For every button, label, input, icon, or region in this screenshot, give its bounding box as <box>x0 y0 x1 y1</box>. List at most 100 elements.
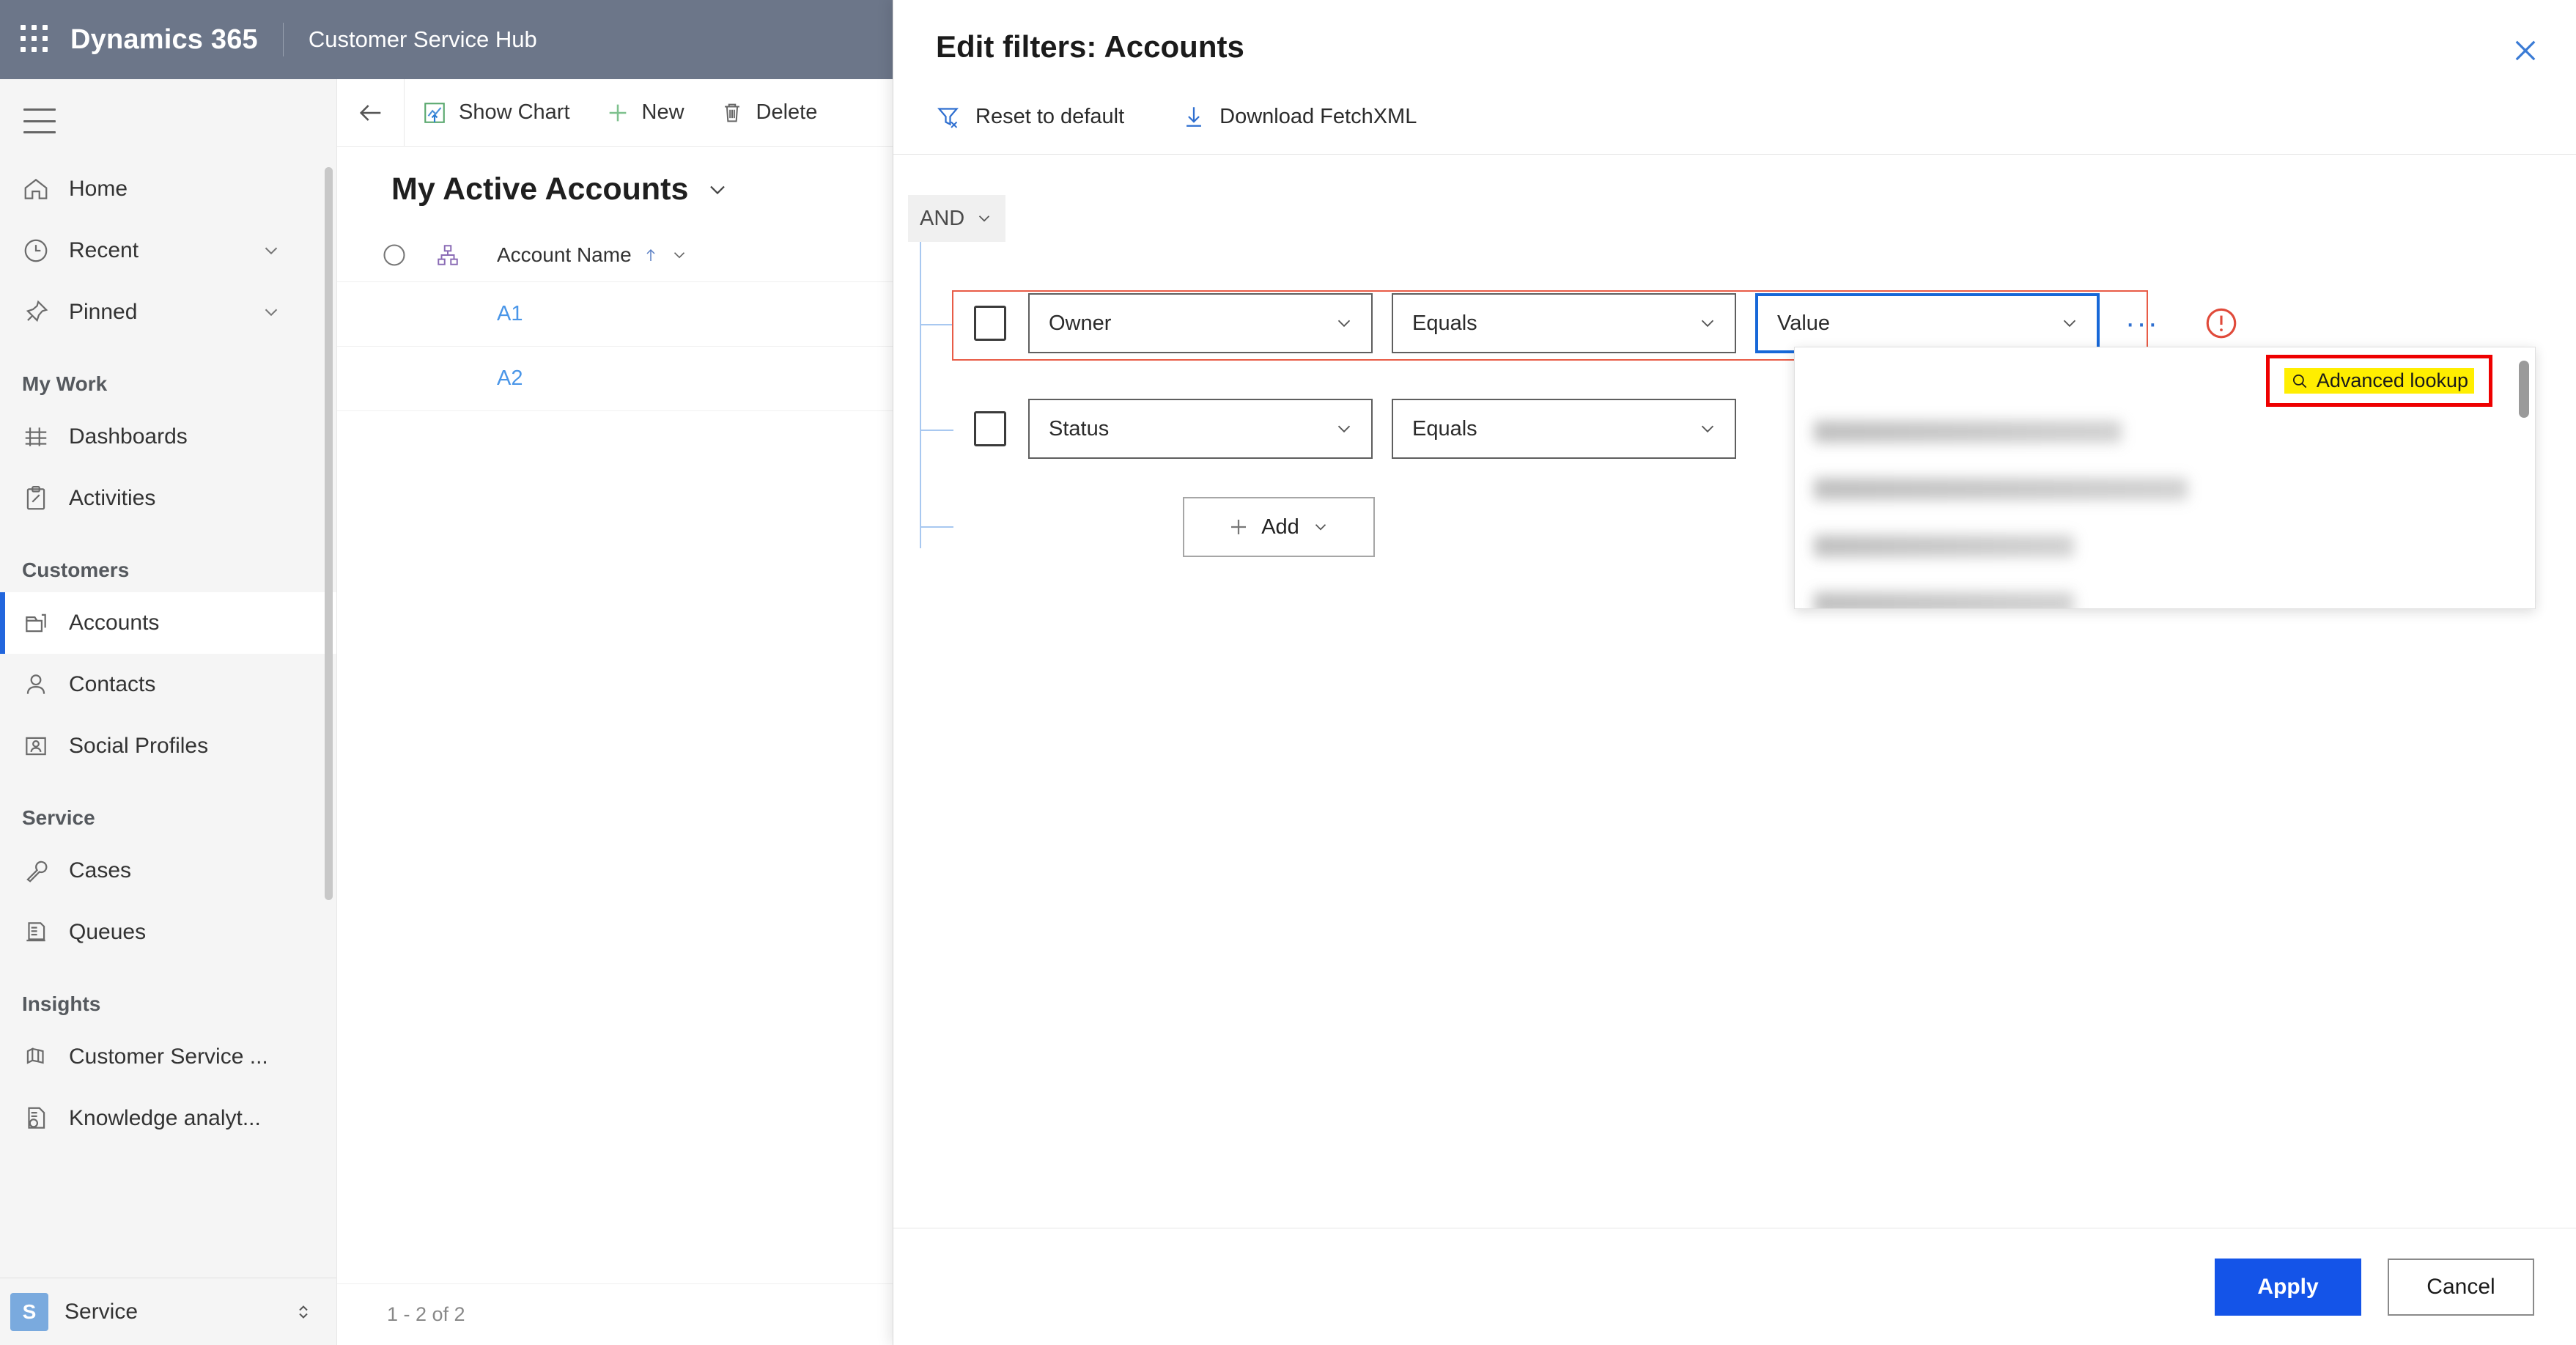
sidebar-item-label: Queues <box>69 920 147 944</box>
bar-chart-icon <box>22 1041 60 1073</box>
sidebar-group-title: My Work <box>22 372 108 395</box>
sidebar-scrollbar[interactable] <box>325 167 333 900</box>
sort-asc-arrow-icon <box>642 246 660 265</box>
person-icon <box>22 668 60 701</box>
area-label: Service <box>64 1299 139 1324</box>
brand-title: Dynamics 365 <box>70 23 258 55</box>
filter-row-checkbox[interactable] <box>974 306 1006 341</box>
show-chart-button[interactable]: Show Chart <box>405 79 588 147</box>
sidebar-item-activities[interactable]: Activities <box>0 468 336 529</box>
sidebar-item-recent[interactable]: Recent <box>0 220 336 281</box>
sidebar-item-label: Accounts <box>69 611 160 635</box>
sidebar-item-queues[interactable]: Queues <box>0 902 336 963</box>
apply-button[interactable]: Apply <box>2215 1258 2361 1316</box>
filter-tree-stub <box>921 430 953 431</box>
filter-tree-stub <box>921 324 953 325</box>
sidebar-item-contacts[interactable]: Contacts <box>0 654 336 715</box>
filter-tree-line <box>920 242 921 548</box>
back-arrow-icon[interactable] <box>337 78 405 147</box>
new-label: New <box>641 100 684 124</box>
sidebar-item-pinned[interactable]: Pinned <box>0 281 336 343</box>
list-item[interactable] <box>1814 592 2074 608</box>
new-button[interactable]: New <box>588 79 702 147</box>
download-fetchxml-label: Download FetchXML <box>1219 104 1417 128</box>
trash-icon <box>720 100 745 125</box>
panel-footer: Apply Cancel <box>893 1228 2576 1345</box>
chevron-down-icon <box>2059 312 2081 334</box>
close-icon[interactable] <box>2501 26 2550 75</box>
waffle-grid-icon[interactable] <box>21 25 50 54</box>
list-item[interactable] <box>1814 535 2074 557</box>
sidebar-item-label: Cases <box>69 858 132 882</box>
sidebar-item-cases[interactable]: Cases <box>0 840 336 902</box>
lookup-dropdown: Advanced lookup <box>1794 347 2536 609</box>
accounts-icon <box>22 607 60 639</box>
sidebar-item-dashboards[interactable]: Dashboards <box>0 406 336 468</box>
sidebar-group-title: Insights <box>22 992 101 1015</box>
column-header-account-name[interactable]: Account Name <box>497 243 689 267</box>
sidebar-item-accounts[interactable]: Accounts <box>0 592 336 654</box>
panel-title: Edit filters: Accounts <box>936 29 1244 64</box>
add-filter-label: Add <box>1261 515 1299 539</box>
page-title: My Active Accounts <box>391 172 689 207</box>
wrench-icon <box>22 855 60 887</box>
sidebar-item-label: Home <box>69 177 128 201</box>
sidebar-item-customer-service-analytics[interactable]: Customer Service ... <box>0 1026 336 1088</box>
list-item[interactable] <box>1814 421 2122 443</box>
chevron-down-icon[interactable] <box>704 177 731 203</box>
social-profile-icon <box>22 730 60 762</box>
sidebar-item-label: Pinned <box>69 300 138 324</box>
filter-field-select[interactable]: Owner <box>1028 293 1373 353</box>
sidebar-nav: Home Recent Pinned My Work Dashboards Ac… <box>0 158 336 1149</box>
filter-operator-value: Equals <box>1412 416 1477 441</box>
logic-operator-label: AND <box>920 206 965 230</box>
dashboard-icon <box>22 421 60 453</box>
sidebar-item-label: Knowledge analyt... <box>69 1106 261 1130</box>
reset-to-default-label: Reset to default <box>975 104 1125 128</box>
filter-operator-select[interactable]: Equals <box>1392 293 1736 353</box>
sidebar-item-label: Social Profiles <box>69 734 209 758</box>
filter-value-select[interactable]: Value <box>1755 293 2100 353</box>
account-name-link[interactable]: A1 <box>497 302 523 326</box>
reset-to-default-button[interactable]: Reset to default <box>936 103 1124 130</box>
sidebar-item-label: Recent <box>69 238 139 262</box>
chevron-down-icon[interactable] <box>260 240 282 262</box>
area-switcher[interactable]: S Service <box>0 1278 336 1345</box>
account-name-link[interactable]: A2 <box>497 366 523 391</box>
sidebar-item-label: Activities <box>69 486 156 510</box>
advanced-lookup-button[interactable]: Advanced lookup <box>2284 368 2474 394</box>
filter-reset-icon <box>936 103 962 130</box>
sidebar-group-title: Customers <box>22 559 130 581</box>
ellipsis-icon[interactable]: ··· <box>2119 300 2166 347</box>
sidebar-item-label: Customer Service ... <box>69 1044 268 1069</box>
download-fetchxml-button[interactable]: Download FetchXML <box>1181 103 1417 130</box>
show-chart-label: Show Chart <box>459 100 570 124</box>
select-all-circle-icon[interactable] <box>381 242 435 268</box>
sidebar-item-social-profiles[interactable]: Social Profiles <box>0 715 336 777</box>
edit-filters-panel: Edit filters: Accounts Reset to default … <box>893 0 2576 1345</box>
scrollbar-thumb-icon[interactable] <box>2519 361 2529 418</box>
sidebar-item-home[interactable]: Home <box>0 158 336 220</box>
header-divider <box>282 23 284 56</box>
sidebar: Home Recent Pinned My Work Dashboards Ac… <box>0 79 337 1345</box>
queue-icon <box>22 916 60 948</box>
filter-row: Status Equals <box>974 399 1755 459</box>
chevron-down-icon[interactable] <box>260 301 282 323</box>
add-filter-button[interactable]: Add <box>1183 497 1375 557</box>
logic-operator-and[interactable]: AND <box>908 195 1006 242</box>
cancel-button[interactable]: Cancel <box>2388 1258 2534 1316</box>
filter-operator-select[interactable]: Equals <box>1392 399 1736 459</box>
filter-row-checkbox[interactable] <box>974 411 1006 446</box>
clipboard-icon <box>22 482 60 515</box>
updown-caret-icon[interactable] <box>292 1300 314 1324</box>
filter-tree-stub <box>921 526 953 528</box>
filter-field-select[interactable]: Status <box>1028 399 1373 459</box>
filter-operator-value: Equals <box>1412 311 1477 335</box>
sidebar-item-knowledge-analytics[interactable]: Knowledge analyt... <box>0 1088 336 1149</box>
advanced-lookup-annotation: Advanced lookup <box>2265 355 2492 407</box>
hamburger-menu-icon[interactable] <box>23 108 56 133</box>
list-item[interactable] <box>1814 478 2188 500</box>
chevron-down-icon[interactable] <box>670 246 689 265</box>
clock-icon <box>22 235 60 267</box>
delete-button[interactable]: Delete <box>702 79 835 147</box>
